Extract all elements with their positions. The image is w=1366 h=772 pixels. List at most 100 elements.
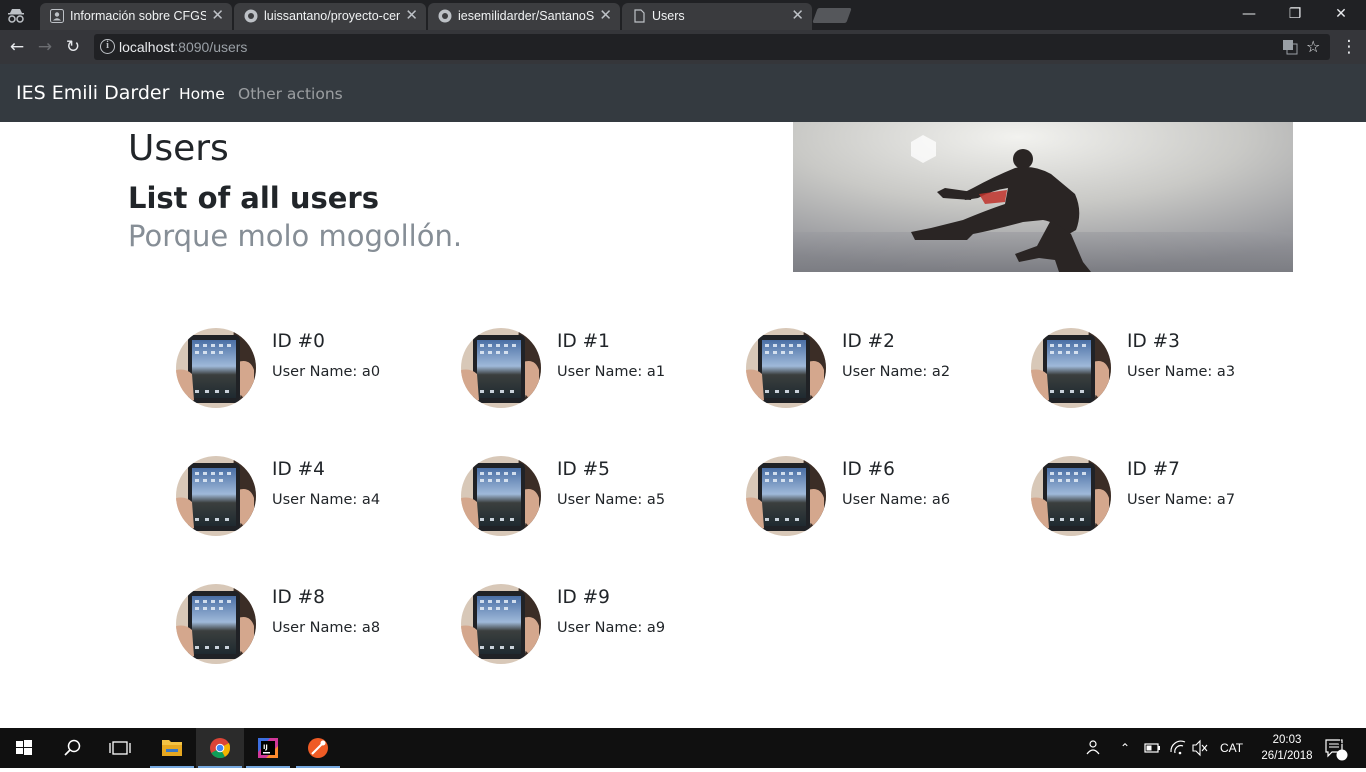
user-id: ID #9 (557, 587, 610, 608)
show-hidden-icons-icon[interactable]: ⌃ (1120, 728, 1130, 768)
page-title: Users (128, 128, 229, 169)
language-indicator[interactable]: CAT (1220, 728, 1243, 768)
search-button[interactable] (48, 728, 96, 768)
browser-tab[interactable]: Información sobre CFGS ✕ (40, 3, 232, 30)
nav-home-link[interactable]: Home (179, 85, 225, 103)
chrome-icon (210, 738, 231, 759)
user-card: ID #4 User Name: a4 (176, 456, 456, 546)
menu-dots-icon[interactable]: ⋮ (1338, 36, 1360, 58)
user-name: User Name: a7 (1127, 492, 1236, 508)
user-id: ID #2 (842, 331, 895, 352)
user-card: ID #0 User Name: a0 (176, 328, 456, 418)
user-avatar (176, 328, 256, 408)
user-id: ID #5 (557, 459, 610, 480)
user-card: ID #6 User Name: a6 (746, 456, 1026, 546)
nav-other-actions-link[interactable]: Other actions (238, 85, 343, 103)
user-id: ID #3 (1127, 331, 1180, 352)
start-button[interactable] (0, 728, 48, 768)
battery-icon[interactable] (1143, 728, 1163, 768)
tab-title: Información sobre CFGS (70, 9, 206, 23)
forward-icon[interactable]: → (34, 36, 56, 58)
user-name: User Name: a1 (557, 364, 666, 380)
address-bar[interactable]: i localhost:8090/users ☆ (94, 34, 1330, 60)
task-view-icon (109, 741, 131, 755)
app-navbar: IES Emili Darder Home Other actions (0, 64, 1366, 122)
browser-tab-active[interactable]: Users ✕ (622, 3, 812, 30)
user-id: ID #4 (272, 459, 325, 480)
back-icon[interactable]: ← (6, 36, 28, 58)
user-avatar (746, 456, 826, 536)
browser-toolbar: ← → ↻ i localhost:8090/users ☆ ⋮ (0, 30, 1366, 64)
hero-image (793, 122, 1293, 272)
chrome-button[interactable] (196, 728, 244, 768)
wifi-icon[interactable] (1168, 728, 1188, 768)
browser-tab[interactable]: luissantano/proyecto-cen ✕ (234, 3, 426, 30)
intellij-button[interactable]: IJ (244, 728, 292, 768)
user-name: User Name: a5 (557, 492, 666, 508)
user-name: User Name: a2 (842, 364, 951, 380)
file-explorer-button[interactable] (148, 728, 196, 768)
clock-time: 20:03 (1272, 734, 1302, 746)
user-id: ID #8 (272, 587, 325, 608)
user-avatar (746, 328, 826, 408)
intellij-icon: IJ (258, 738, 278, 758)
user-name: User Name: a8 (272, 620, 381, 636)
system-clock[interactable]: 20:03 26/1/2018 (1258, 732, 1316, 764)
user-name: User Name: a6 (842, 492, 951, 508)
clock-date: 26/1/2018 (1261, 750, 1313, 762)
postman-icon (308, 738, 328, 758)
restore-icon[interactable]: ❐ (1272, 0, 1318, 30)
volume-muted-icon[interactable] (1190, 728, 1210, 768)
reload-icon[interactable]: ↻ (62, 36, 84, 58)
person-card-icon (50, 9, 64, 23)
tab-title: iesemilidarder/SantanoS (458, 9, 594, 23)
new-tab-button[interactable] (812, 8, 852, 23)
browser-tab-strip: Información sobre CFGS ✕ luissantano/pro… (0, 0, 1366, 30)
close-window-icon[interactable]: ✕ (1318, 0, 1364, 30)
notification-count: 1 (1338, 736, 1344, 746)
user-id: ID #0 (272, 331, 325, 352)
close-tab-icon[interactable]: ✕ (211, 7, 224, 23)
user-card: ID #2 User Name: a2 (746, 328, 1026, 418)
bookmark-star-icon[interactable]: ☆ (1306, 39, 1322, 55)
postman-button[interactable] (294, 728, 342, 768)
user-avatar (461, 328, 541, 408)
site-info-icon[interactable]: i (100, 39, 115, 54)
svg-text:IJ: IJ (263, 743, 268, 751)
user-card: ID #3 User Name: a3 (1031, 328, 1311, 418)
task-view-button[interactable] (96, 728, 144, 768)
user-id: ID #7 (1127, 459, 1180, 480)
github-icon (244, 9, 258, 23)
browser-tab[interactable]: iesemilidarder/SantanoS ✕ (428, 3, 620, 30)
user-id: ID #6 (842, 459, 895, 480)
user-name: User Name: a0 (272, 364, 381, 380)
user-avatar (461, 584, 541, 664)
action-center-icon[interactable] (1322, 728, 1352, 768)
user-avatar (1031, 328, 1111, 408)
page-icon (634, 9, 645, 23)
page-subtitle: List of all users (128, 181, 379, 215)
incognito-icon (8, 9, 24, 23)
user-card: ID #1 User Name: a1 (461, 328, 741, 418)
page-lead: Porque molo mogollón. (128, 219, 463, 253)
windows-logo-icon (16, 740, 32, 755)
translate-icon[interactable] (1282, 39, 1298, 55)
user-avatar (176, 456, 256, 536)
close-tab-icon[interactable]: ✕ (405, 7, 418, 23)
user-avatar (461, 456, 541, 536)
user-id: ID #1 (557, 331, 610, 352)
minimize-icon[interactable]: — (1226, 0, 1272, 30)
user-card: ID #9 User Name: a9 (461, 584, 741, 674)
people-icon[interactable] (1082, 728, 1104, 768)
close-tab-icon[interactable]: ✕ (599, 7, 612, 23)
brand-link[interactable]: IES Emili Darder (16, 82, 169, 104)
user-name: User Name: a4 (272, 492, 381, 508)
user-avatar (176, 584, 256, 664)
tab-title: Users (652, 9, 685, 23)
github-icon (438, 9, 452, 23)
search-icon (64, 739, 81, 756)
close-tab-icon[interactable]: ✕ (791, 7, 804, 23)
windows-taskbar: IJ ⌃ CAT 20:03 26/1/2018 1 (0, 728, 1366, 768)
user-card: ID #7 User Name: a7 (1031, 456, 1311, 546)
user-card: ID #5 User Name: a5 (461, 456, 741, 546)
